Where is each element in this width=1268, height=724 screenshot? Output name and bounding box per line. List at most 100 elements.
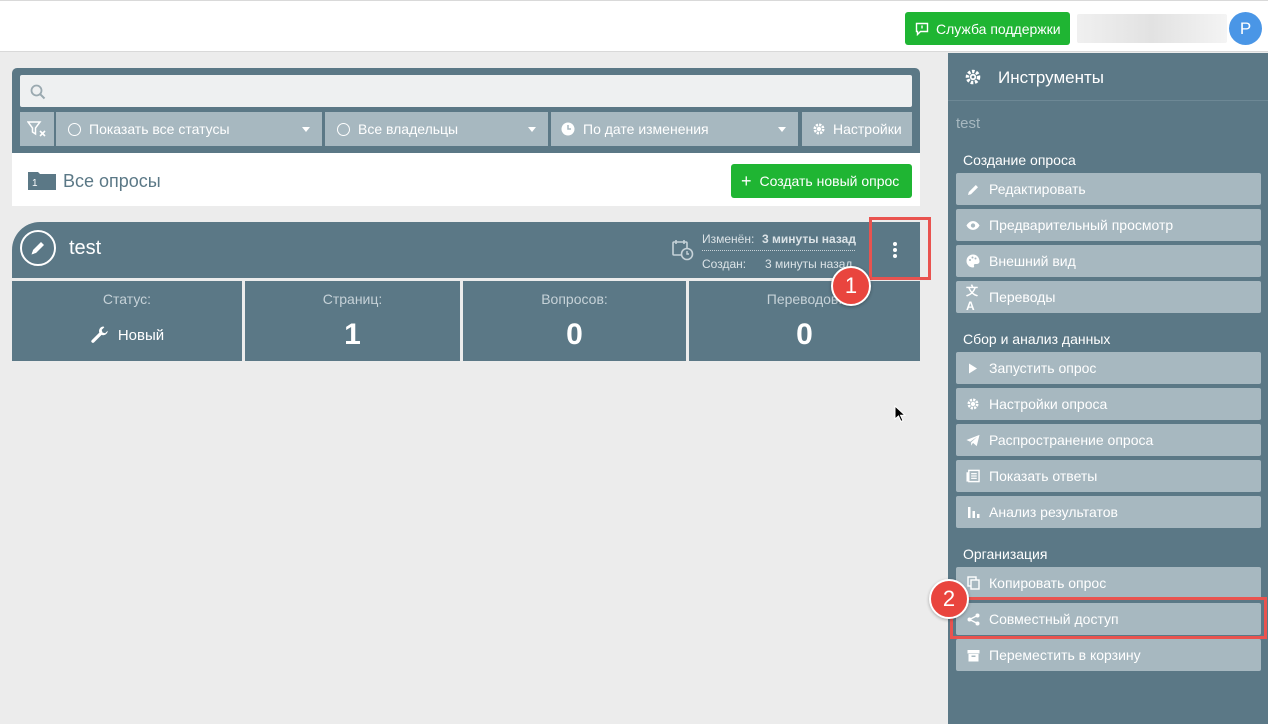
sidebar-item-label: Копировать опрос bbox=[989, 575, 1107, 591]
highlight-box-more-actions bbox=[869, 217, 931, 280]
edit-survey-icon[interactable] bbox=[20, 230, 56, 266]
stat-status: Статус: Новый bbox=[12, 281, 242, 361]
sidebar-header: Инструменты bbox=[948, 53, 1268, 101]
caret-down-icon bbox=[302, 127, 310, 132]
copy-icon bbox=[966, 576, 980, 590]
status-filter-select[interactable]: Показать все статусы bbox=[56, 112, 322, 146]
sidebar-item-label: Показать ответы bbox=[989, 468, 1098, 484]
pencil-icon bbox=[966, 182, 980, 196]
group-title-collect: Сбор и анализ данных bbox=[963, 331, 1111, 347]
sidebar-item-label: Внешний вид bbox=[989, 253, 1076, 269]
stat-questions: Вопросов: 0 bbox=[463, 281, 686, 361]
sidebar-survey-name: test bbox=[956, 115, 981, 132]
search-input[interactable] bbox=[20, 75, 912, 107]
created-label: Создан: bbox=[702, 257, 747, 271]
play-icon bbox=[966, 361, 980, 375]
sidebar-title: Инструменты bbox=[998, 68, 1105, 87]
sidebar-item-label: Редактировать bbox=[989, 181, 1086, 197]
sidebar-item-translations[interactable]: 文A Переводы bbox=[956, 281, 1261, 313]
wrench-icon bbox=[91, 326, 108, 343]
stat-value: Новый bbox=[117, 326, 165, 344]
gear-icon bbox=[965, 69, 981, 85]
folder-count: 1 bbox=[32, 178, 38, 189]
modified-info: Изменён: 3 минуты назад bbox=[702, 232, 856, 251]
stat-pages: Страниц: 1 bbox=[245, 281, 460, 361]
highlight-box-sharing bbox=[950, 597, 1267, 639]
status-filter-label: Показать все статусы bbox=[89, 121, 230, 137]
gear-icon bbox=[813, 123, 825, 135]
eye-icon bbox=[966, 218, 980, 232]
sidebar-item-label: Запустить опрос bbox=[989, 360, 1097, 376]
step-badge-2: 2 bbox=[929, 579, 969, 619]
sidebar-item-label: Настройки опроса bbox=[989, 396, 1108, 412]
stat-translations: Переводов: 0 bbox=[689, 281, 920, 361]
all-surveys-bar: 1 Все опросы + Создать новый опрос bbox=[12, 153, 920, 206]
created-info: Создан: 3 минуты назад bbox=[702, 257, 852, 271]
filter-panel: Показать все статусы Все владельцы По да… bbox=[12, 68, 920, 153]
sidebar-item-label: Предварительный просмотр bbox=[989, 217, 1174, 233]
stat-label: Переводов: bbox=[766, 291, 843, 307]
avatar[interactable]: P bbox=[1229, 12, 1262, 45]
sidebar-item-distribution[interactable]: Распространение опроса bbox=[956, 424, 1261, 456]
clear-filters-button[interactable] bbox=[20, 112, 54, 146]
create-survey-label: Создать новый опрос bbox=[759, 173, 900, 189]
stat-label: Страниц: bbox=[322, 291, 383, 307]
calendar-clock-icon bbox=[672, 240, 694, 261]
sidebar-item-edit[interactable]: Редактировать bbox=[956, 173, 1261, 205]
filter-clear-icon bbox=[27, 121, 46, 137]
sort-select[interactable]: По дате изменения bbox=[551, 112, 798, 146]
sidebar-item-preview[interactable]: Предварительный просмотр bbox=[956, 209, 1261, 241]
stat-value: 0 bbox=[796, 318, 813, 351]
stat-label: Вопросов: bbox=[541, 291, 608, 307]
create-survey-button[interactable]: + Создать новый опрос bbox=[731, 164, 912, 198]
archive-icon bbox=[966, 648, 980, 662]
group-title-create: Создание опроса bbox=[963, 152, 1076, 168]
sidebar-item-label: Анализ результатов bbox=[989, 504, 1118, 520]
caret-down-icon bbox=[528, 127, 536, 132]
sidebar-item-copy[interactable]: Копировать опрос bbox=[956, 567, 1261, 599]
support-label: Служба поддержки bbox=[936, 20, 1061, 37]
sidebar-item-trash[interactable]: Переместить в корзину bbox=[956, 639, 1261, 671]
clock-icon bbox=[561, 122, 575, 136]
mouse-cursor-icon bbox=[894, 405, 906, 423]
sidebar-item-appearance[interactable]: Внешний вид bbox=[956, 245, 1261, 277]
sidebar-item-analysis[interactable]: Анализ результатов bbox=[956, 496, 1261, 528]
modified-value: 3 минуты назад bbox=[762, 232, 856, 246]
paper-plane-icon bbox=[966, 433, 980, 447]
settings-label: Настройки bbox=[833, 121, 902, 137]
translate-icon: 文A bbox=[966, 283, 979, 313]
sidebar-item-label: Распространение опроса bbox=[989, 432, 1154, 448]
top-bar: Служба поддержки P bbox=[0, 0, 1268, 52]
bar-chart-icon bbox=[966, 505, 980, 519]
plus-icon: + bbox=[741, 170, 752, 191]
survey-title[interactable]: test bbox=[69, 237, 101, 260]
circle-icon bbox=[68, 122, 81, 136]
user-name-box[interactable] bbox=[1077, 14, 1227, 43]
modified-label: Изменён: bbox=[702, 232, 755, 246]
owner-filter-label: Все владельцы bbox=[358, 121, 459, 137]
owner-filter-select[interactable]: Все владельцы bbox=[325, 112, 548, 146]
sidebar-item-responses[interactable]: Показать ответы bbox=[956, 460, 1261, 492]
circle-icon bbox=[337, 122, 350, 136]
sort-label: По дате изменения bbox=[583, 121, 709, 137]
folder-icon: 1 bbox=[28, 170, 56, 195]
page-title: Все опросы bbox=[63, 171, 161, 191]
step-badge-1: 1 bbox=[831, 266, 871, 306]
caret-down-icon bbox=[778, 127, 786, 132]
palette-icon bbox=[966, 254, 980, 268]
group-title-organization: Организация bbox=[963, 546, 1048, 562]
sidebar-item-survey-settings[interactable]: Настройки опроса bbox=[956, 388, 1261, 420]
stat-value: 1 bbox=[344, 318, 361, 351]
sidebar-item-launch[interactable]: Запустить опрос bbox=[956, 352, 1261, 384]
settings-button[interactable]: Настройки bbox=[802, 112, 912, 146]
stat-value: 0 bbox=[566, 318, 583, 351]
list-icon bbox=[966, 469, 980, 483]
gear-icon bbox=[966, 397, 980, 411]
support-button[interactable]: Служба поддержки bbox=[905, 12, 1070, 45]
sidebar-item-label: Переводы bbox=[989, 289, 1056, 305]
sidebar-item-label: Переместить в корзину bbox=[989, 647, 1141, 663]
survey-card-header[interactable]: test Изменён: 3 минуты назад Создан: 3 м… bbox=[12, 222, 920, 278]
stat-label: Статус: bbox=[102, 291, 152, 307]
chat-icon bbox=[915, 22, 929, 36]
search-icon bbox=[30, 84, 46, 100]
